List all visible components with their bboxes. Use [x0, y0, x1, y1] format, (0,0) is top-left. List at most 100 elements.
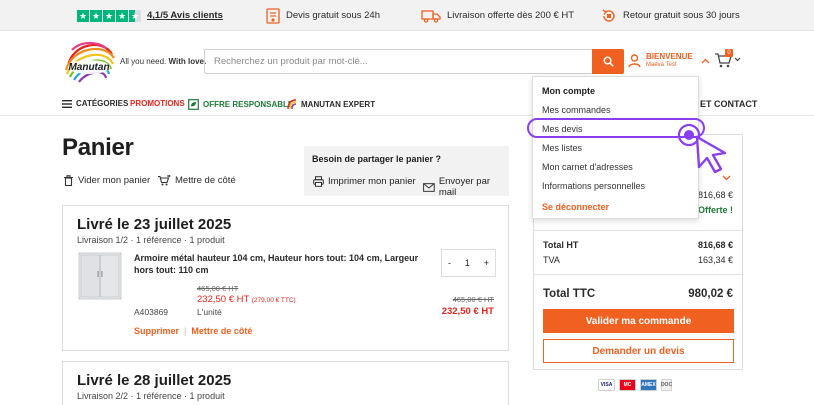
delivery-title: Livré le 23 juillet 2025 [77, 216, 232, 233]
user-icon [628, 54, 641, 68]
total-ttc-value: 980,02 € [688, 288, 733, 300]
transfer-document-icon: DOC [661, 379, 672, 391]
total-ht-value: 816,68 € [697, 240, 733, 250]
topbar-free-delivery: Livraison offerte dès 200 € HT [421, 0, 574, 31]
product-actions: Supprimer | Mettre de côté [134, 326, 252, 336]
unit-old-price: 465,00 € HT [197, 284, 239, 293]
tagline-regular: All you need. [120, 57, 167, 66]
dropdown-item-lists[interactable]: Mes listes [542, 143, 582, 153]
save-for-later-label: Mettre de côté [175, 175, 236, 186]
delivery-block: Livré le 23 juillet 2025 Livraison 1/2 ·… [62, 205, 509, 351]
summary-partial-value: 816,68 € [697, 190, 733, 200]
delete-product-link[interactable]: Supprimer [134, 326, 179, 336]
save-for-later-button[interactable]: Mettre de côté [157, 175, 236, 186]
mail-icon [423, 182, 435, 192]
menu-icon [62, 99, 72, 108]
manutan-logo[interactable]: Manutan [62, 36, 116, 86]
unit-price-ht: 232,50 € HT [197, 294, 250, 305]
unit-price: 232,50 € HT (279,00 € TTC) [197, 294, 296, 305]
total-ht-row: Total HT 816,68 € [543, 240, 733, 250]
amex-icon: AMEX [640, 379, 657, 391]
free-delivery-text: Livraison offerte dès 200 € HT [447, 10, 575, 21]
delivery-subtitle: Livraison 1/2 · 1 référence · 1 produit [77, 235, 225, 245]
tva-value: 163,34 € [697, 255, 733, 265]
star-icon: ★ [103, 9, 115, 22]
share-cart-box: Besoin de partager le panier ? Imprimer … [304, 146, 509, 198]
free-quote-text: Devis gratuit sous 24h [286, 10, 380, 21]
chevron-down-icon[interactable] [722, 175, 731, 181]
visa-icon: VISA [598, 379, 615, 391]
quantity-stepper: - 1 + [441, 249, 496, 277]
cart-button[interactable]: 0 [714, 49, 742, 70]
dropdown-item-address-book[interactable]: Mon carnet d'adresses [542, 162, 633, 172]
product-reference: A403869 [134, 307, 169, 317]
star-icon: ★ [77, 9, 89, 22]
unit-price-ttc: (279,00 € TTC) [251, 297, 296, 304]
star-icon: ★ [90, 9, 102, 22]
print-cart-label: Imprimer mon panier [328, 176, 416, 187]
account-username: Maeva Test [646, 62, 677, 68]
rating-stars: ★ ★ ★ ★ ★ [77, 9, 141, 22]
return-arrow-icon [602, 8, 615, 22]
account-menu-trigger[interactable]: BIENVENUE Maeva Test [628, 52, 710, 70]
nav-promotions[interactable]: PROMOTIONS [130, 99, 185, 108]
delivery-subtitle: Livraison 2/2 · 1 référence · 1 produit [77, 391, 225, 401]
line-total: 232,50 € HT [441, 306, 494, 317]
account-welcome: BIENVENUE [646, 52, 693, 61]
nav-contact[interactable]: ET CONTACT [700, 99, 757, 109]
quantity-decrease-button[interactable]: - [448, 258, 451, 268]
quantity-value[interactable]: 1 [465, 258, 470, 268]
free-return-text: Retour gratuit sous 30 jours [623, 10, 740, 21]
total-ht-label: Total HT [543, 240, 579, 250]
star-icon: ★ [116, 9, 128, 22]
nav-manutan-expert[interactable]: MANUTAN EXPERT [287, 99, 375, 110]
search-bar [204, 49, 624, 74]
nav-contact-label: ET CONTACT [700, 99, 758, 109]
shipping-free-label: Offerte ! [697, 205, 733, 215]
empty-cart-button[interactable]: Vider mon panier [63, 175, 150, 186]
mastercard-icon: MC [619, 379, 636, 391]
dropdown-title: Mon compte [542, 86, 595, 96]
dropdown-item-personal-info[interactable]: Informations personnelles [542, 181, 645, 191]
validate-order-button[interactable]: Valider ma commande [543, 309, 734, 333]
product-image[interactable] [78, 251, 122, 301]
nav-categories[interactable]: CATÉGORIES [62, 99, 128, 108]
eco-leaf-icon [188, 99, 199, 110]
link-separator: | [184, 326, 187, 336]
topbar-free-quote: Devis gratuit sous 24h [266, 0, 380, 31]
print-cart-button[interactable]: Imprimer mon panier [313, 176, 416, 187]
trustpilot-rating[interactable]: ★ ★ ★ ★ ★ 4,1/5 Avis clients [77, 0, 223, 31]
quantity-increase-button[interactable]: + [484, 258, 489, 268]
search-button[interactable] [592, 49, 624, 74]
summary-divider [534, 230, 742, 231]
delivery-block: Livré le 28 juillet 2025 Livraison 2/2 ·… [62, 361, 509, 405]
tagline-bold: With love. [168, 57, 207, 66]
rating-link[interactable]: 4,1/5 Avis clients [147, 10, 223, 21]
search-input[interactable] [205, 50, 593, 73]
payment-methods: VISA MC AMEX DOC [598, 379, 672, 391]
unit-label: L'unité [197, 307, 222, 317]
request-quote-button[interactable]: Demander un devis [543, 339, 734, 363]
nav-categories-label: CATÉGORIES [76, 99, 129, 108]
nav-responsible-offer[interactable]: OFFRE RESPONSABLE [188, 99, 293, 110]
nav-responsible-label: OFFRE RESPONSABLE [203, 100, 294, 109]
email-cart-label: Envoyer par mail [438, 176, 491, 198]
tva-row: TVA 163,34 € [543, 255, 733, 265]
printer-icon [313, 176, 324, 187]
product-name[interactable]: Armoire métal hauteur 104 cm, Hauteur ho… [134, 252, 431, 276]
dropdown-logout[interactable]: Se déconnecter [542, 202, 609, 212]
cart-count-badge: 0 [725, 49, 733, 57]
empty-cart-label: Vider mon panier [78, 175, 151, 186]
email-cart-button[interactable]: Envoyer par mail [423, 176, 509, 198]
nav-promotions-label: PROMOTIONS [130, 99, 185, 108]
top-info-bar: ★ ★ ★ ★ ★ 4,1/5 Avis clients Devis gratu… [0, 0, 814, 31]
total-ttc-label: Total TTC [543, 288, 596, 300]
search-icon [603, 56, 614, 67]
save-product-link[interactable]: Mettre de côté [191, 326, 252, 336]
dropdown-item-orders[interactable]: Mes commandes [542, 105, 611, 115]
pointer-cursor-icon [677, 123, 727, 174]
total-ttc-row: Total TTC 980,02 € [543, 288, 733, 300]
chevron-up-icon [701, 58, 710, 64]
line-old-total: 465,00 € HT [452, 295, 494, 304]
quote-document-icon [266, 7, 280, 24]
